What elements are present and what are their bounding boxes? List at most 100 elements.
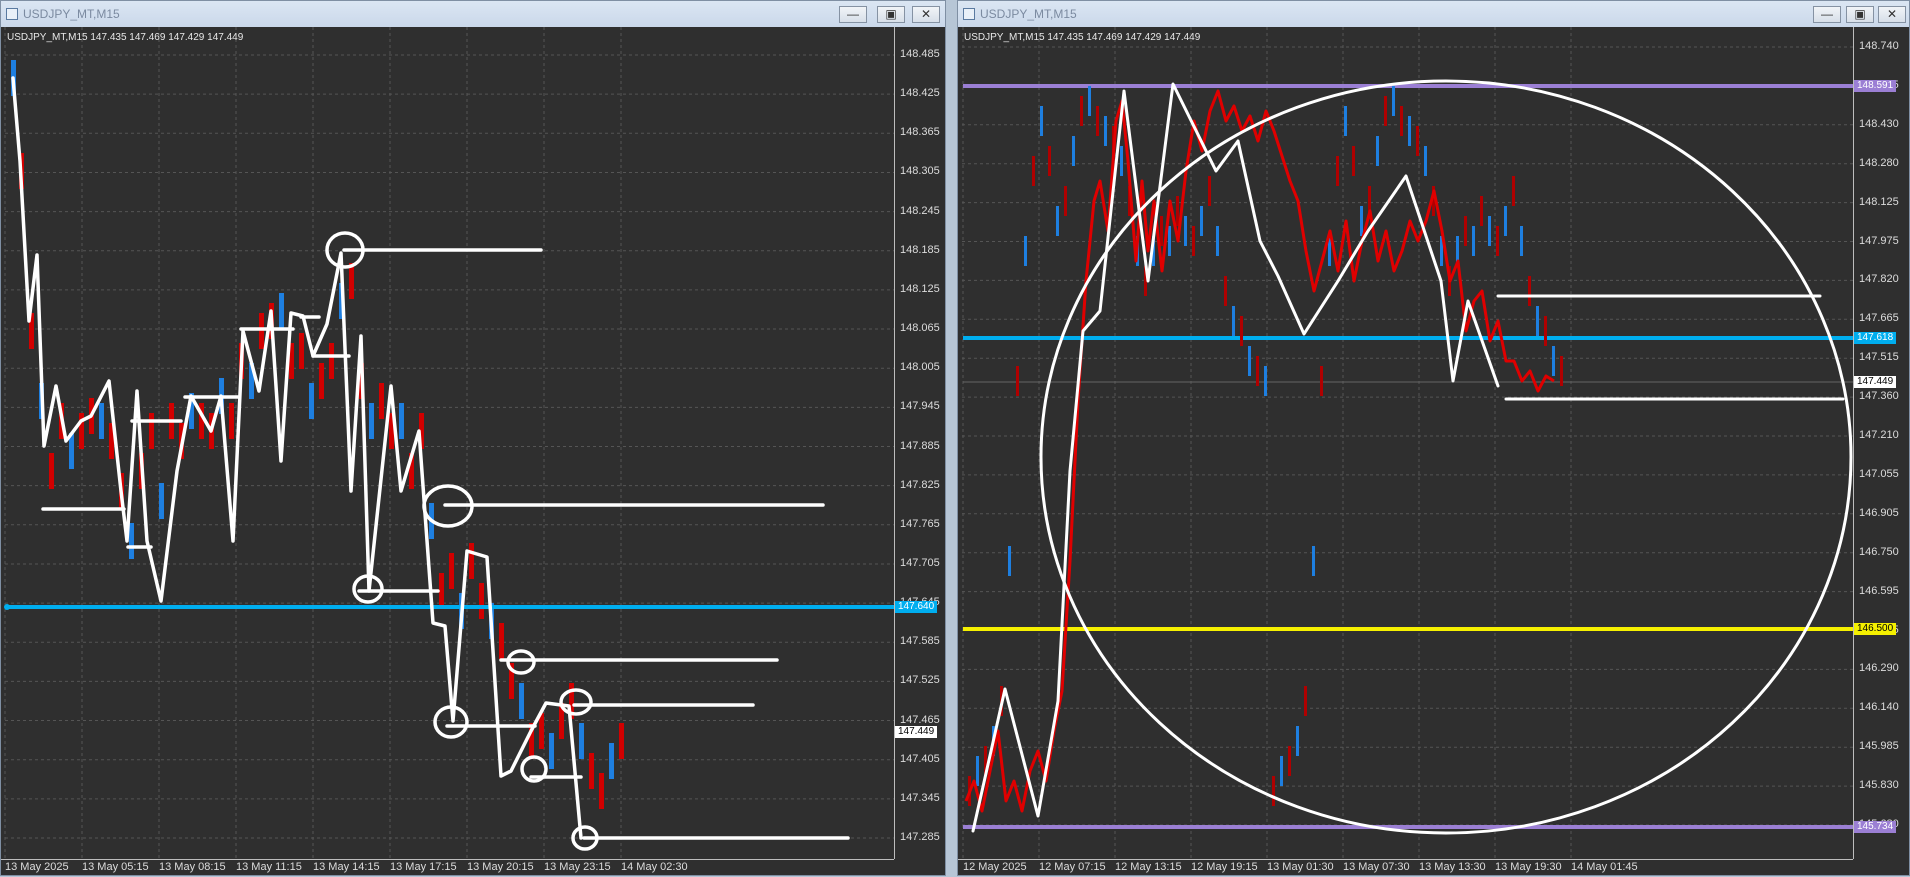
x-tick-label: 14 May 01:45 [1571, 861, 1638, 873]
candle [1120, 146, 1123, 176]
x-tick-label: 12 May 07:15 [1039, 861, 1106, 873]
y-tick-label: 148.430 [1859, 117, 1899, 130]
right-price-axis[interactable]: 148.740148.585148.430148.280148.125147.9… [1853, 27, 1909, 859]
y-tick-label: 147.705 [900, 556, 940, 569]
x-tick-label: 13 May 20:15 [467, 861, 534, 873]
y-tick-label: 148.365 [900, 126, 940, 139]
x-tick-label: 12 May 19:15 [1191, 861, 1258, 873]
candle [259, 313, 264, 349]
candle [1320, 366, 1323, 396]
candle [379, 383, 384, 419]
y-tick-label: 147.405 [900, 752, 940, 765]
x-tick-label: 13 May 19:30 [1495, 861, 1562, 873]
candle [1160, 216, 1163, 246]
candle [1464, 216, 1467, 246]
y-tick-label: 145.830 [1859, 779, 1899, 792]
cyan-level-label: 147.618 [1854, 332, 1897, 344]
candle [1088, 86, 1091, 116]
candle [49, 453, 54, 489]
x-tick-label: 13 May 14:15 [313, 861, 380, 873]
candle [1552, 346, 1555, 376]
y-tick-label: 148.740 [1859, 40, 1899, 52]
left-chart-window: USDJPY_MT,M15 — ▣ ✕ 148.485 148.425 148.… [0, 0, 946, 876]
left-symbol-info: USDJPY_MT,M15 147.435 147.469 147.429 14… [7, 32, 244, 43]
candle [1512, 176, 1515, 206]
candle [549, 733, 554, 769]
candle [1336, 156, 1339, 186]
left-white-drawings [11, 76, 850, 851]
candle [1200, 206, 1203, 236]
candle [1480, 196, 1483, 226]
right-price-label: 147.449 [1854, 376, 1897, 388]
y-tick-label: 147.465 [900, 713, 940, 726]
candle [1280, 756, 1283, 786]
y-tick-label: 146.750 [1859, 545, 1899, 558]
candle [1024, 236, 1027, 266]
candle [1232, 306, 1235, 336]
right-white-drawings [971, 79, 1853, 835]
left-level-handle[interactable] [4, 604, 10, 610]
left-zigzag [11, 76, 583, 840]
candle [1072, 136, 1075, 166]
candle [1504, 206, 1507, 236]
y-tick-label: 147.285 [900, 831, 940, 843]
x-tick-label: 13 May 13:30 [1419, 861, 1486, 873]
y-tick-label: 147.765 [900, 517, 940, 530]
x-tick-label: 13 May 05:15 [82, 861, 149, 873]
y-tick-label: 147.345 [900, 791, 940, 804]
candle [1184, 216, 1187, 246]
y-tick-label: 146.290 [1859, 662, 1899, 675]
right-chart-svg [962, 27, 1853, 859]
y-tick-label: 147.885 [900, 439, 940, 452]
left-time-axis[interactable]: 13 May 2025 13 May 05:15 13 May 08:15 13 Ma… [1, 859, 894, 875]
y-tick-label: 148.125 [1859, 195, 1899, 208]
candle [1056, 206, 1059, 236]
candle [1168, 226, 1171, 256]
candle [479, 583, 484, 619]
candle [1248, 346, 1251, 376]
circle-marker [559, 688, 593, 716]
candle [129, 523, 134, 559]
candle [1560, 356, 1563, 386]
candle [1528, 276, 1531, 306]
x-tick-label: 12 May 13:15 [1115, 861, 1182, 873]
candle [449, 553, 454, 589]
candle [1416, 126, 1419, 156]
y-tick-label: 147.055 [1859, 467, 1899, 480]
x-tick-label: 14 May 02:30 [621, 861, 688, 873]
candle [159, 483, 164, 519]
candle [1264, 366, 1267, 396]
candle [1064, 186, 1067, 216]
candle [1296, 726, 1299, 756]
candle [1312, 546, 1315, 576]
candle [299, 333, 304, 369]
candle [1192, 226, 1195, 256]
candle [1080, 96, 1083, 126]
candle [1032, 156, 1035, 186]
x-tick-label: 13 May 2025 [5, 861, 69, 873]
candle [1392, 86, 1395, 116]
y-tick-label: 146.595 [1859, 584, 1899, 597]
left-grid [4, 27, 894, 859]
candle [589, 753, 594, 789]
right-symbol-info: USDJPY_MT,M15 147.435 147.469 147.429 14… [964, 32, 1201, 43]
y-tick-label: 147.820 [1859, 273, 1899, 286]
candle [1352, 146, 1355, 176]
candle [349, 263, 354, 299]
x-tick-label: 13 May 11:15 [236, 861, 302, 873]
y-tick-label: 148.425 [900, 87, 940, 100]
x-tick-label: 13 May 07:30 [1343, 861, 1410, 873]
candle [539, 713, 544, 749]
candle [609, 743, 614, 779]
x-tick-label: 12 May 2025 [963, 861, 1027, 873]
candle [1016, 366, 1019, 396]
candle [1376, 136, 1379, 166]
candle [229, 403, 234, 439]
y-tick-label: 148.005 [900, 361, 940, 374]
y-tick-label: 148.280 [1859, 156, 1899, 169]
right-time-axis[interactable]: 12 May 2025 12 May 07:15 12 May 13:15 12 Ma… [958, 859, 1853, 875]
candle [1384, 96, 1387, 126]
left-level-label: 147.640 [895, 601, 938, 613]
candle [399, 403, 404, 439]
yellow-level-label: 146.500 [1854, 623, 1897, 635]
